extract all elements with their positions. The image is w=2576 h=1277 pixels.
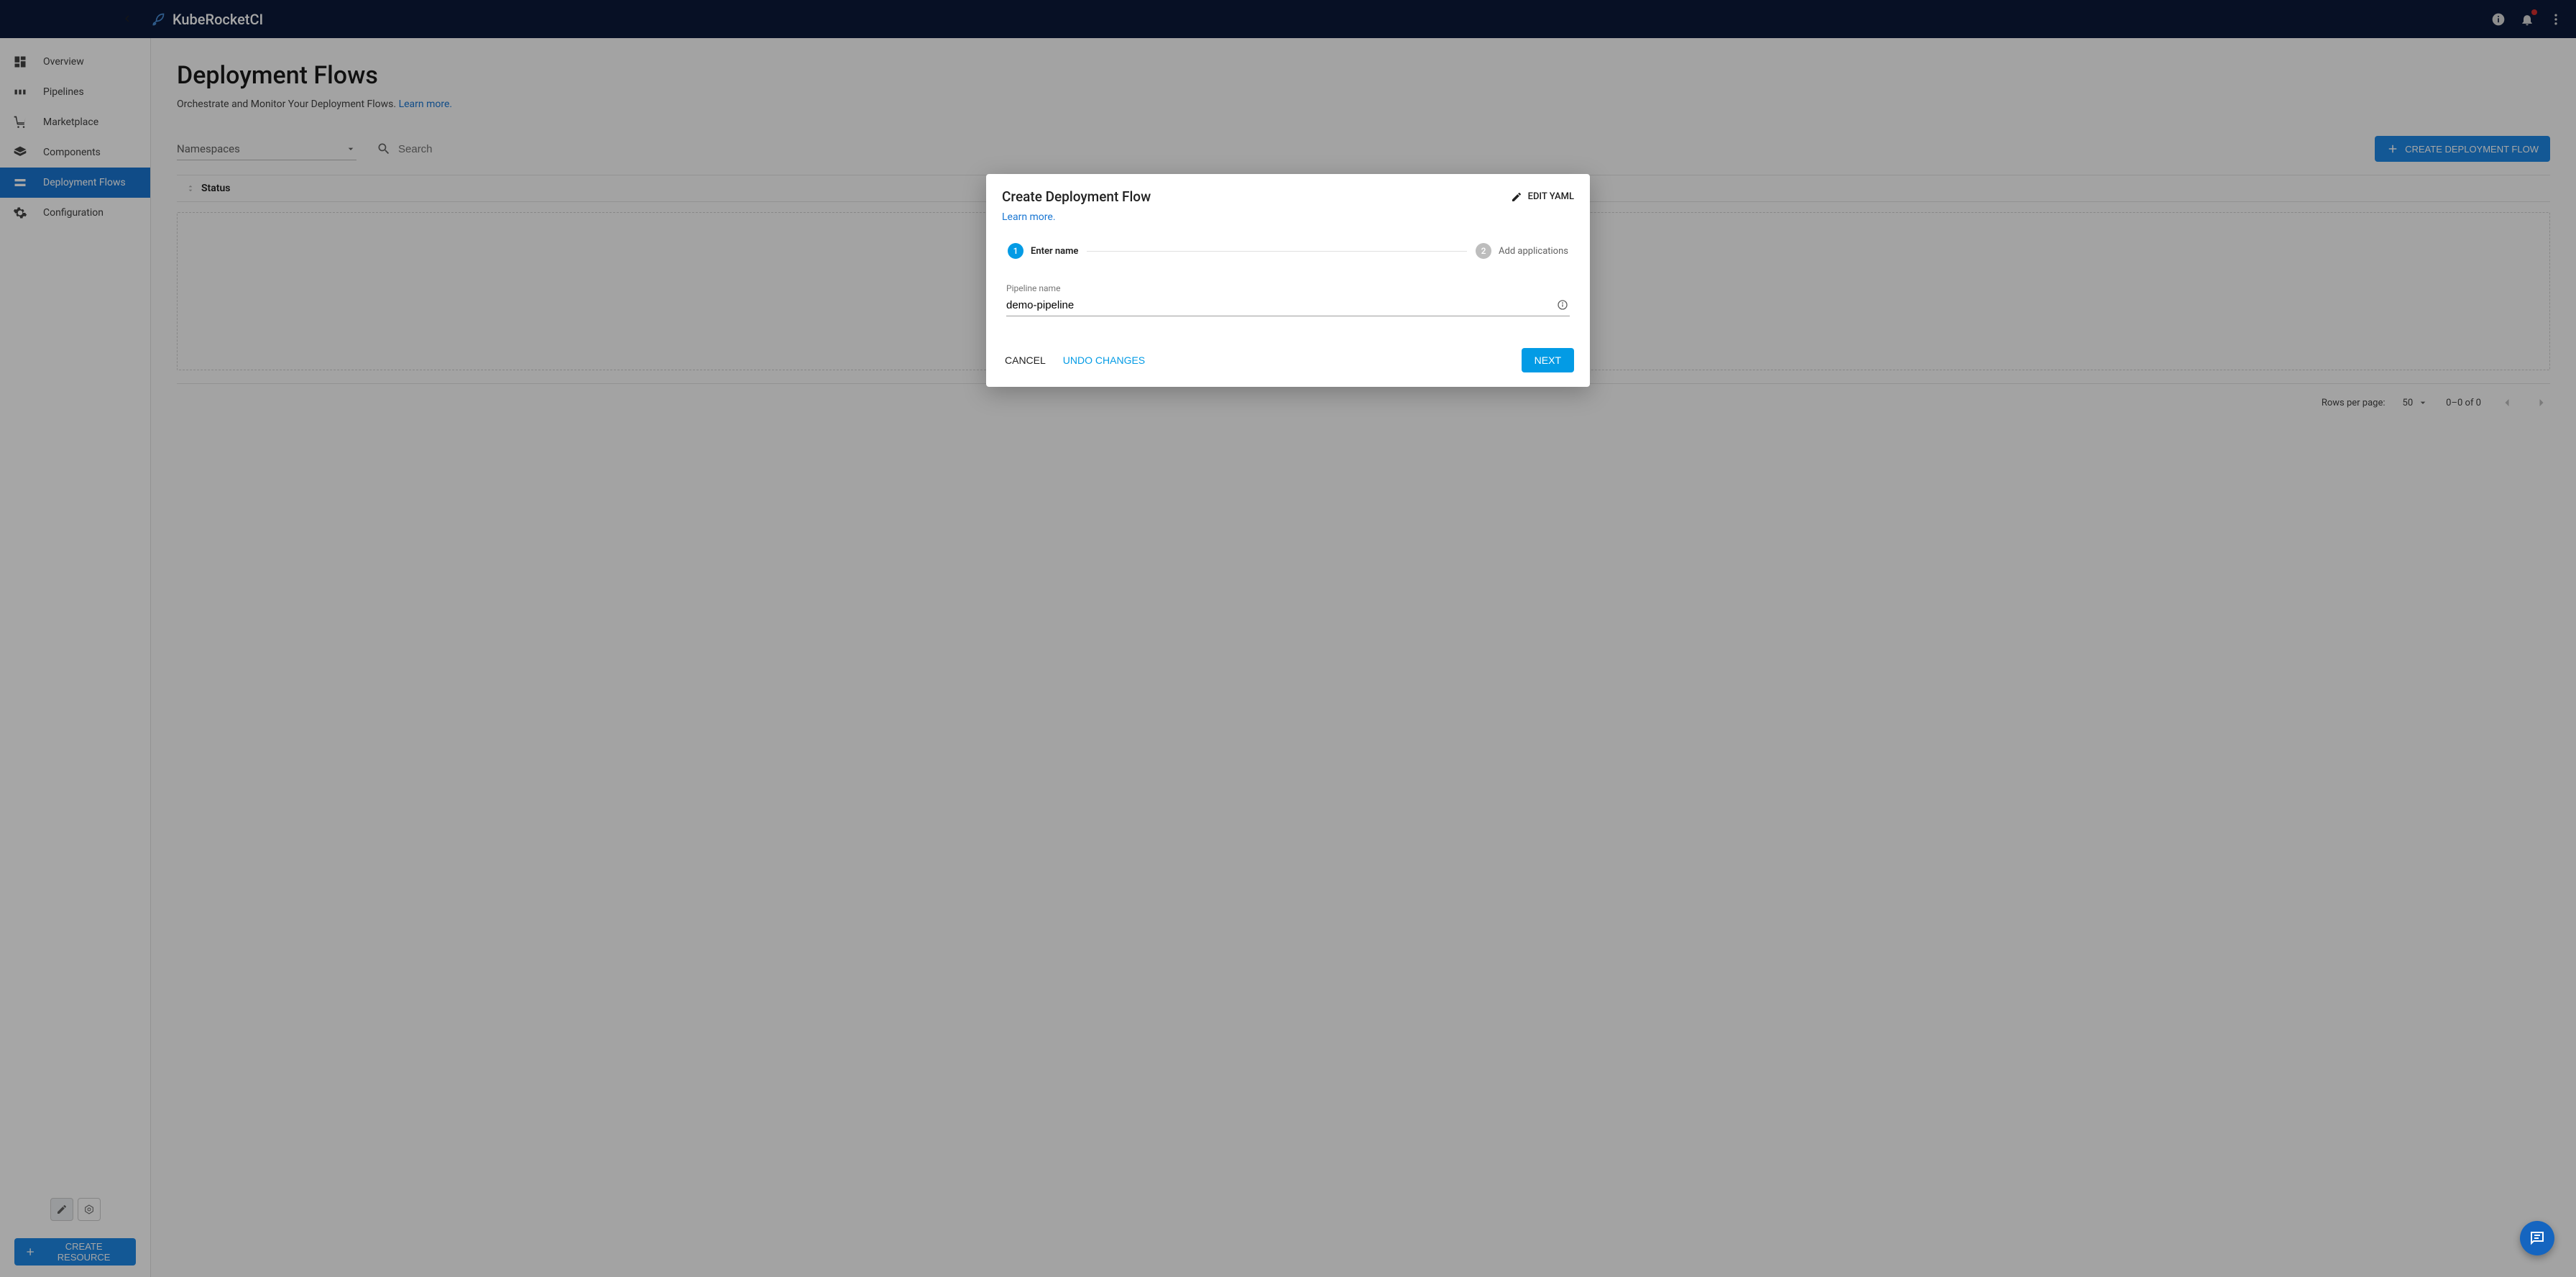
pipeline-name-label: Pipeline name <box>1006 283 1570 293</box>
next-button[interactable]: NEXT <box>1522 348 1574 372</box>
step-badge-2: 2 <box>1476 243 1491 259</box>
dialog-learn-more-link[interactable]: Learn more. <box>1002 211 1056 223</box>
undo-changes-button[interactable]: UNDO CHANGES <box>1060 349 1148 372</box>
cancel-button[interactable]: CANCEL <box>1002 349 1049 372</box>
chat-icon <box>2529 1230 2546 1247</box>
step-label-2: Add applications <box>1499 246 1568 257</box>
step-label-1: Enter name <box>1031 246 1078 257</box>
pipeline-name-input[interactable] <box>1006 295 1570 316</box>
step-badge-1: 1 <box>1008 243 1024 259</box>
create-deployment-flow-dialog: Create Deployment Flow EDIT YAML Learn m… <box>986 174 1590 387</box>
stepper: 1 Enter name 2 Add applications <box>1008 243 1568 259</box>
pencil-icon <box>1511 191 1522 203</box>
info-icon[interactable] <box>1557 299 1568 311</box>
dialog-title: Create Deployment Flow <box>1002 188 1151 205</box>
step-enter-name: 1 Enter name <box>1008 243 1078 259</box>
chat-fab[interactable] <box>2520 1221 2554 1255</box>
step-connector <box>1087 251 1467 252</box>
edit-yaml-button[interactable]: EDIT YAML <box>1511 191 1574 203</box>
step-add-applications[interactable]: 2 Add applications <box>1476 243 1568 259</box>
